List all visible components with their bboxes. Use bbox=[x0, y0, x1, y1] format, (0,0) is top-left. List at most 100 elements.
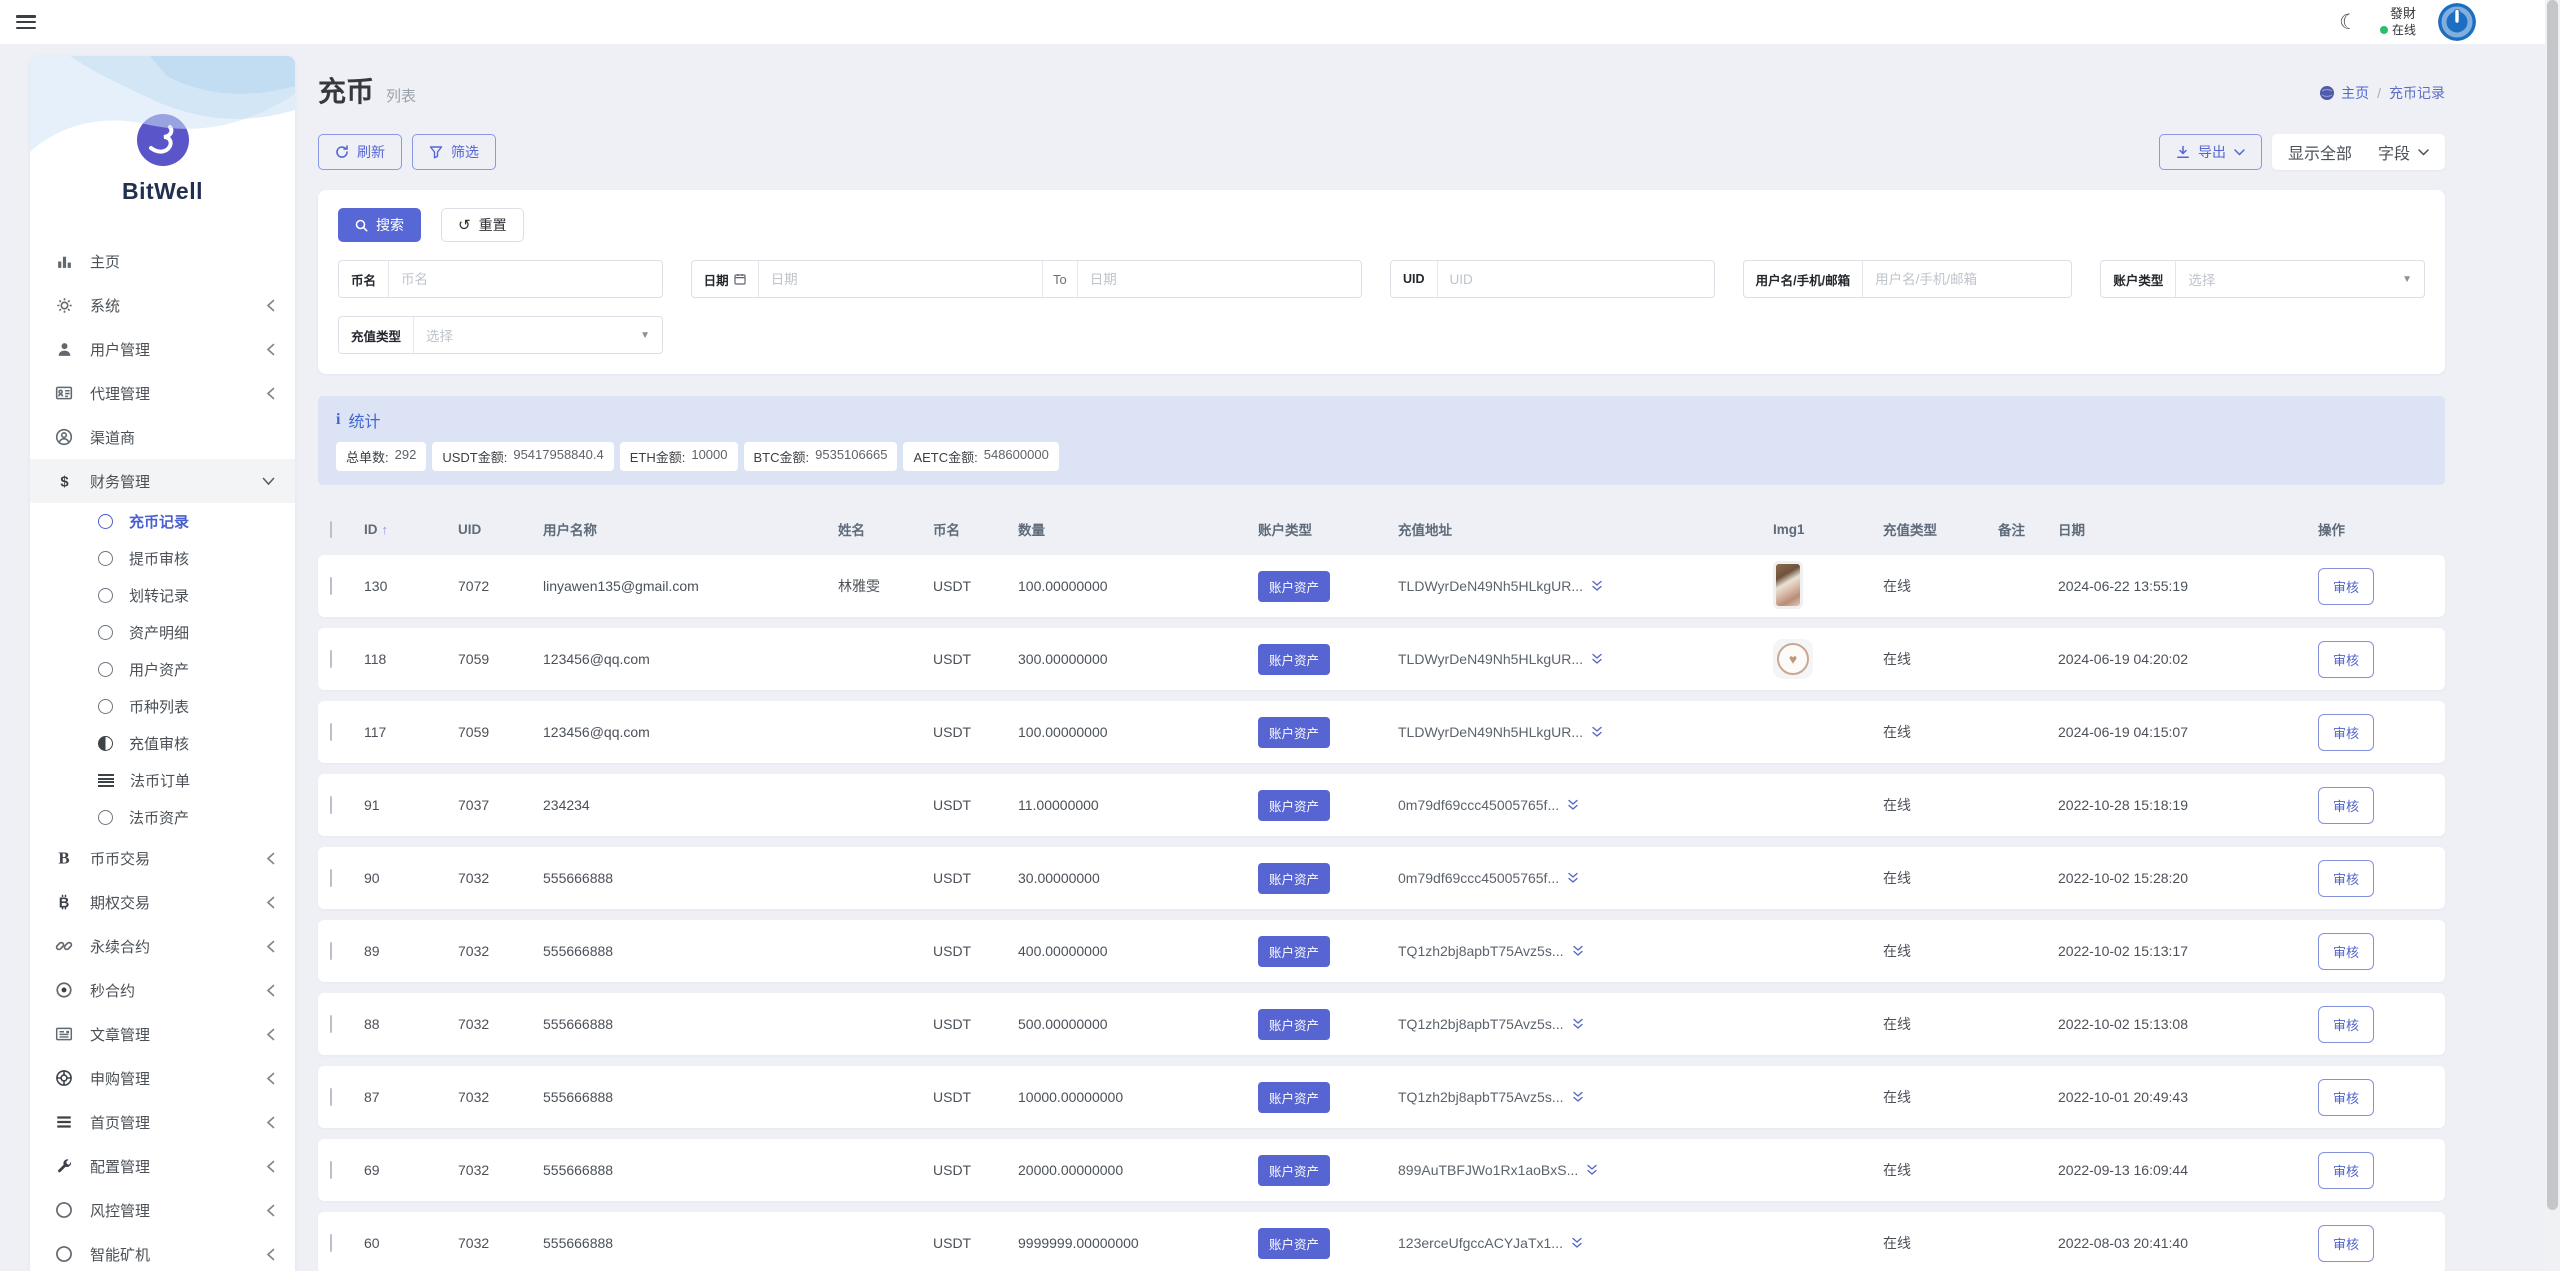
sidebar-item-system[interactable]: 系统 bbox=[30, 283, 295, 327]
expand-address-icon[interactable] bbox=[1571, 1237, 1583, 1249]
audit-button[interactable]: 审核 bbox=[2318, 860, 2374, 897]
expand-address-icon[interactable] bbox=[1591, 653, 1603, 665]
header-id[interactable]: ID↑ bbox=[364, 522, 458, 537]
menu-toggle-icon[interactable] bbox=[16, 15, 36, 29]
cell-checkbox bbox=[318, 1016, 364, 1032]
sidebar-item-risk-management[interactable]: 风控管理 bbox=[30, 1188, 295, 1232]
row-checkbox[interactable] bbox=[330, 1234, 332, 1252]
audit-button[interactable]: 审核 bbox=[2318, 1006, 2374, 1043]
sidebar-subitem-recharge-audit[interactable]: 充值审核 bbox=[30, 725, 295, 762]
sidebar-subitem-deposit-records[interactable]: 充币记录 bbox=[30, 503, 295, 540]
audit-button[interactable]: 审核 bbox=[2318, 641, 2374, 678]
date-filter-label: 日期 bbox=[692, 261, 759, 297]
seal-image-thumbnail[interactable]: ♥ bbox=[1773, 639, 1813, 679]
calendar-icon bbox=[734, 273, 746, 285]
sidebar-subitem-withdraw-audit[interactable]: 提币审核 bbox=[30, 540, 295, 577]
expand-address-icon[interactable] bbox=[1567, 872, 1579, 884]
sidebar-item-second-contract[interactable]: 秒合约 bbox=[30, 968, 295, 1012]
svg-text:B: B bbox=[59, 896, 70, 911]
coin-filter-input[interactable] bbox=[389, 261, 662, 297]
row-checkbox[interactable] bbox=[330, 577, 332, 595]
scrollbar-thumb[interactable] bbox=[2547, 0, 2558, 1210]
audit-button[interactable]: 审核 bbox=[2318, 933, 2374, 970]
row-checkbox[interactable] bbox=[330, 1088, 332, 1106]
header-amount: 数量 bbox=[1018, 519, 1258, 539]
expand-address-icon[interactable] bbox=[1572, 1091, 1584, 1103]
sidebar-subitem-transfer-records[interactable]: 划转记录 bbox=[30, 577, 295, 614]
row-checkbox[interactable] bbox=[330, 723, 332, 741]
audit-button[interactable]: 审核 bbox=[2318, 1152, 2374, 1189]
uid-filter-input[interactable] bbox=[1438, 261, 1714, 297]
row-checkbox[interactable] bbox=[330, 1161, 332, 1179]
table-row: 1187059123456@qq.comUSDT300.00000000账户资产… bbox=[318, 628, 2445, 690]
deposit-type-select[interactable]: 选择 ▼ bbox=[414, 317, 662, 353]
cell-coin: USDT bbox=[933, 651, 1018, 667]
audit-button[interactable]: 审核 bbox=[2318, 787, 2374, 824]
dark-mode-icon[interactable]: ☾ bbox=[2339, 12, 2358, 33]
breadcrumb-home[interactable]: 主页 bbox=[2319, 83, 2369, 103]
row-checkbox[interactable] bbox=[330, 869, 332, 887]
row-checkbox[interactable] bbox=[330, 796, 332, 814]
cell-id: 89 bbox=[364, 943, 458, 959]
expand-address-icon[interactable] bbox=[1572, 1018, 1584, 1030]
sidebar-item-label: 期权交易 bbox=[90, 892, 266, 913]
sidebar-item-config-management[interactable]: 配置管理 bbox=[30, 1144, 295, 1188]
expand-address-icon[interactable] bbox=[1572, 945, 1584, 957]
breadcrumb-current[interactable]: 充币记录 bbox=[2389, 83, 2445, 103]
sidebar-item-smart-miner[interactable]: 智能矿机 bbox=[30, 1232, 295, 1271]
sidebar-subitem-coin-list[interactable]: 币种列表 bbox=[30, 688, 295, 725]
sidebar-subitem-asset-detail[interactable]: 资产明细 bbox=[30, 614, 295, 651]
user-filter-input[interactable] bbox=[1863, 261, 2071, 297]
sidebar-item-subscription-management[interactable]: 申购管理 bbox=[30, 1056, 295, 1100]
audit-button[interactable]: 审核 bbox=[2318, 568, 2374, 605]
avatar[interactable] bbox=[2438, 3, 2476, 41]
export-button[interactable]: 导出 bbox=[2159, 134, 2262, 170]
user-info[interactable]: 發財 在线 bbox=[2380, 6, 2416, 37]
header-date: 日期 bbox=[2058, 519, 2318, 539]
address-text: TQ1zh2bj8apbT75Avz5s... bbox=[1398, 1089, 1564, 1105]
sidebar-item-user-management[interactable]: 用户管理 bbox=[30, 327, 295, 371]
date-start-input[interactable] bbox=[759, 261, 1042, 297]
sidebar-subitem-fiat-orders[interactable]: 法币订单 bbox=[30, 762, 295, 799]
reset-button[interactable]: ↺ 重置 bbox=[441, 208, 524, 242]
sidebar-item-finance-management[interactable]: $财务管理 bbox=[30, 459, 295, 503]
cell-action: 审核 bbox=[2318, 1225, 2445, 1262]
receipt-image-thumbnail[interactable] bbox=[1773, 561, 1803, 609]
cell-deposit-type: 在线 bbox=[1883, 795, 1998, 815]
sidebar-item-channel-merchant[interactable]: 渠道商 bbox=[30, 415, 295, 459]
account-type-select[interactable]: 选择 ▼ bbox=[2176, 261, 2424, 297]
filter-button[interactable]: 筛选 bbox=[412, 134, 496, 170]
audit-button[interactable]: 审核 bbox=[2318, 1079, 2374, 1116]
filter-user-group: 用户名/手机/邮箱 bbox=[1743, 260, 2073, 298]
sidebar-item-option-trade[interactable]: B 期权交易 bbox=[30, 880, 295, 924]
fields-visibility-button[interactable]: 显示全部 字段 bbox=[2272, 134, 2445, 170]
audit-button[interactable]: 审核 bbox=[2318, 1225, 2374, 1262]
sidebar-item-home[interactable]: 主页 bbox=[30, 239, 295, 283]
sidebar-item-agent-management[interactable]: 代理管理 bbox=[30, 371, 295, 415]
sidebar-item-spot-trade[interactable]: B币币交易 bbox=[30, 836, 295, 880]
sidebar-item-label: 申购管理 bbox=[90, 1068, 266, 1089]
sidebar-item-article-management[interactable]: 文章管理 bbox=[30, 1012, 295, 1056]
refresh-icon bbox=[335, 145, 349, 159]
row-checkbox[interactable] bbox=[330, 942, 332, 960]
expand-address-icon[interactable] bbox=[1586, 1164, 1598, 1176]
audit-button[interactable]: 审核 bbox=[2318, 714, 2374, 751]
sidebar-subitem-user-assets[interactable]: 用户资产 bbox=[30, 651, 295, 688]
expand-address-icon[interactable] bbox=[1591, 580, 1603, 592]
refresh-button[interactable]: 刷新 bbox=[318, 134, 402, 170]
sidebar-item-label: 永续合约 bbox=[90, 936, 266, 957]
breadcrumb: 主页 / 充币记录 bbox=[2319, 83, 2445, 103]
circle-icon bbox=[98, 551, 113, 566]
address-text: TQ1zh2bj8apbT75Avz5s... bbox=[1398, 943, 1564, 959]
sidebar-item-homepage-management[interactable]: 首页管理 bbox=[30, 1100, 295, 1144]
expand-address-icon[interactable] bbox=[1567, 799, 1579, 811]
expand-address-icon[interactable] bbox=[1591, 726, 1603, 738]
date-end-input[interactable] bbox=[1078, 261, 1361, 297]
row-checkbox[interactable] bbox=[330, 650, 332, 668]
chevron-left-icon bbox=[266, 299, 275, 312]
row-checkbox[interactable] bbox=[330, 1015, 332, 1033]
sidebar-item-perpetual-contract[interactable]: 永续合约 bbox=[30, 924, 295, 968]
sidebar-subitem-fiat-assets[interactable]: 法币资产 bbox=[30, 799, 295, 836]
search-button[interactable]: 搜索 bbox=[338, 208, 421, 242]
select-all-checkbox[interactable] bbox=[330, 521, 332, 538]
